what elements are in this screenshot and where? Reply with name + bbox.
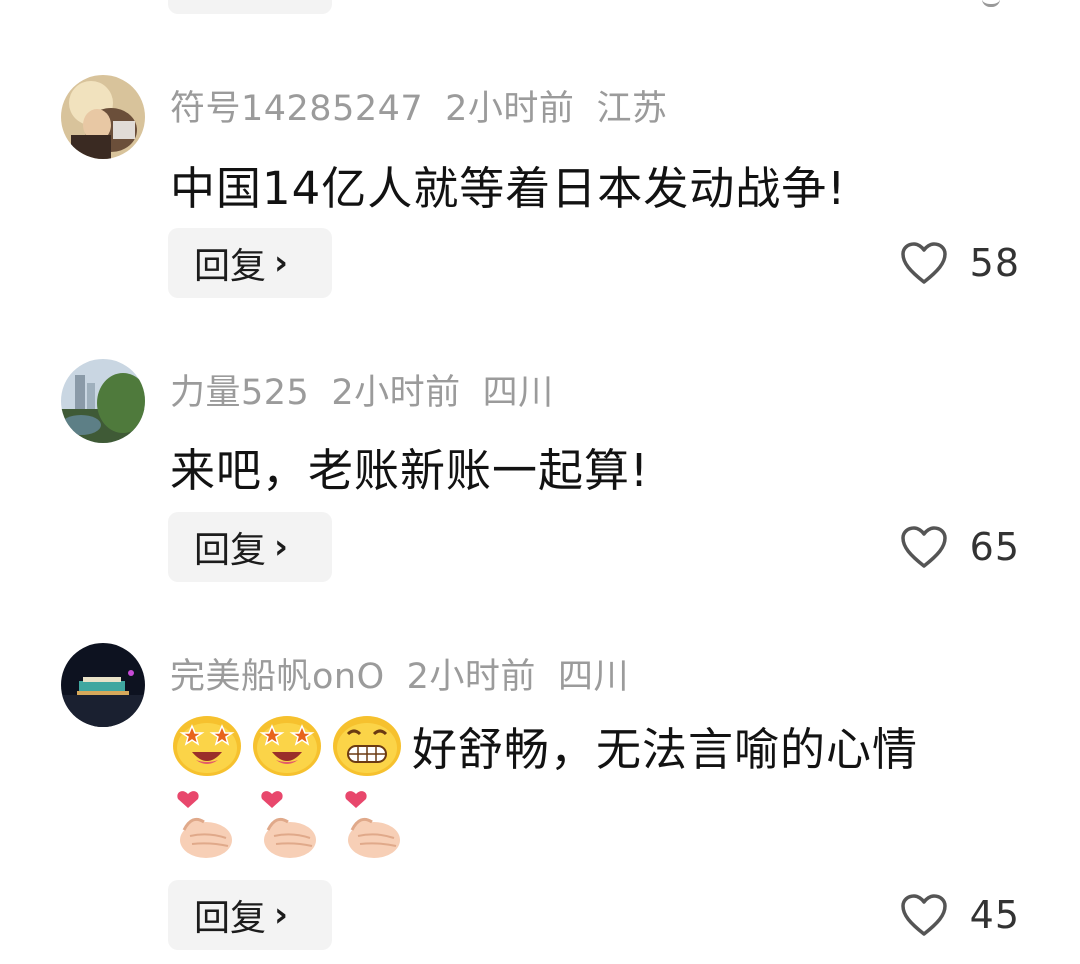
reply-label: 回复 bbox=[194, 246, 267, 287]
previous-reply-button[interactable] bbox=[168, 0, 332, 14]
username[interactable]: 力量525 bbox=[170, 373, 309, 413]
like-button[interactable]: 65 bbox=[900, 512, 1020, 582]
comment-meta: 符号14285247 2小时前 江苏 bbox=[170, 80, 689, 131]
reply-label: 回复 bbox=[194, 530, 267, 571]
username[interactable]: 完美船帆onO bbox=[170, 657, 385, 697]
heart-outline-icon bbox=[900, 242, 947, 284]
finger-heart-emoji bbox=[345, 791, 400, 858]
grinning-emoji bbox=[333, 716, 401, 776]
comment-time: 2小时前 bbox=[445, 89, 575, 129]
comment-time: 2小时前 bbox=[406, 657, 536, 697]
finger-heart-emoji bbox=[261, 791, 316, 858]
chevron-right-icon: › bbox=[274, 527, 289, 567]
star-struck-emoji bbox=[173, 716, 241, 776]
chevron-right-icon: › bbox=[274, 243, 289, 283]
user-avatar[interactable] bbox=[61, 75, 145, 159]
reply-label: 回复 bbox=[194, 898, 267, 939]
comment-text: 好舒畅，无法言喻的心情 bbox=[412, 722, 919, 776]
heart-outline-icon bbox=[900, 526, 947, 568]
comment-text: 中国14亿人就等着日本发动战争! bbox=[170, 162, 847, 215]
reply-button[interactable]: 回复 › bbox=[168, 512, 332, 582]
reply-button[interactable]: 回复 › bbox=[168, 880, 332, 950]
comment-location: 四川 bbox=[557, 657, 629, 697]
reply-button[interactable]: 回复 › bbox=[168, 228, 332, 298]
comment-location: 江苏 bbox=[596, 89, 668, 129]
comment-meta: 力量525 2小时前 四川 bbox=[170, 364, 576, 415]
previous-like-icon[interactable] bbox=[982, 0, 1000, 7]
comment-meta: 完美船帆onO 2小时前 四川 bbox=[170, 648, 651, 699]
like-button[interactable]: 58 bbox=[900, 228, 1020, 298]
comment-text-line: 好舒畅，无法言喻的心情 bbox=[170, 712, 918, 778]
comment-text: 来吧，老账新账一起算! bbox=[170, 444, 650, 497]
comment-time: 2小时前 bbox=[331, 373, 461, 413]
finger-heart-emoji bbox=[177, 791, 232, 858]
comment-location: 四川 bbox=[482, 373, 554, 413]
user-avatar[interactable] bbox=[61, 359, 145, 443]
like-count: 45 bbox=[969, 893, 1020, 937]
chevron-right-icon: › bbox=[274, 895, 289, 935]
like-button[interactable]: 45 bbox=[900, 880, 1020, 950]
star-struck-emoji bbox=[253, 716, 321, 776]
user-avatar[interactable] bbox=[61, 643, 145, 727]
emoji-line bbox=[170, 788, 422, 860]
heart-outline-icon bbox=[900, 894, 947, 936]
username[interactable]: 符号14285247 bbox=[170, 89, 423, 129]
like-count: 65 bbox=[969, 525, 1020, 569]
like-count: 58 bbox=[969, 241, 1020, 285]
